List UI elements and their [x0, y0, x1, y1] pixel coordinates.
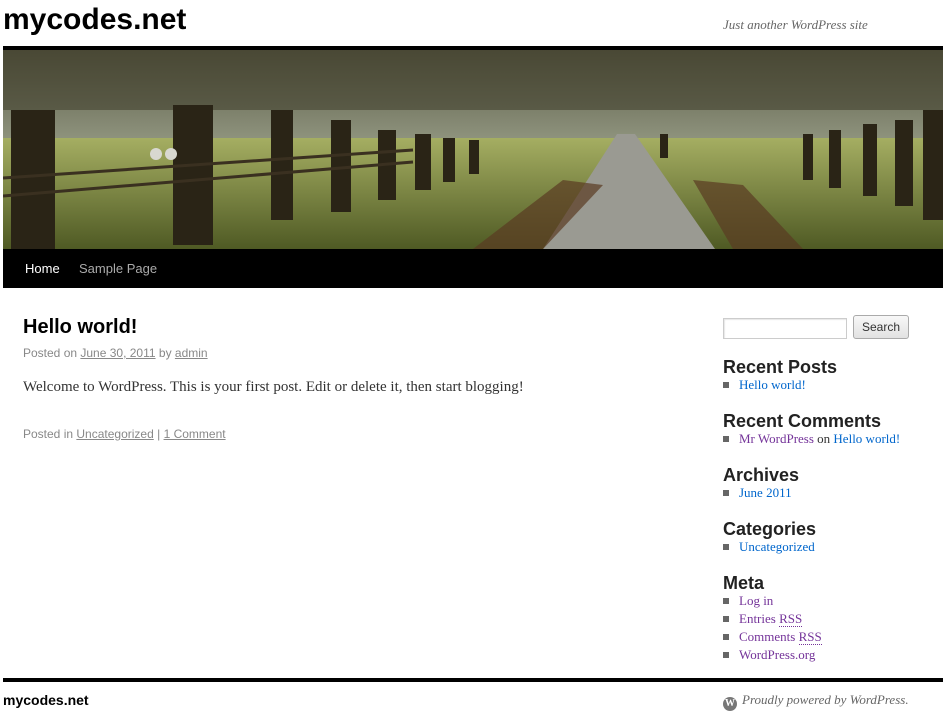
site-title[interactable]: mycodes.net [3, 2, 186, 38]
wordpress-logo-icon: W [723, 697, 737, 711]
rss-abbr: RSS [798, 629, 822, 645]
meta-heading: Meta [723, 573, 765, 593]
bullet-icon [723, 652, 729, 658]
bullet-icon [723, 616, 729, 622]
list-item: Entries RSS [723, 610, 822, 628]
bullet-icon [723, 490, 729, 496]
list-item: Comments RSS [723, 628, 822, 646]
footer-credit-text: Proudly powered by WordPress. [742, 692, 909, 707]
footer-site-title[interactable]: mycodes.net [3, 692, 89, 708]
post-meta: Posted on June 30, 2011 by admin [23, 346, 208, 360]
bullet-icon [723, 598, 729, 604]
search-input[interactable] [723, 318, 847, 339]
bullet-icon [723, 382, 729, 388]
post-author-link[interactable]: admin [175, 346, 208, 360]
header-banner-image [3, 50, 943, 249]
list-item: Mr WordPress on Hello world! [723, 430, 900, 448]
posted-on-label: Posted on [23, 346, 81, 360]
bullet-icon [723, 436, 729, 442]
recent-comments-list: Mr WordPress on Hello world! [723, 430, 900, 448]
post-footer-meta: Posted in Uncategorized | 1 Comment [23, 427, 226, 441]
search-button[interactable]: Search [853, 315, 909, 339]
category-link-uncategorized[interactable]: Uncategorized [739, 539, 815, 554]
post-comments-link[interactable]: 1 Comment [164, 427, 226, 441]
comments-label: Comments [739, 629, 799, 644]
categories-heading: Categories [723, 519, 817, 539]
comment-author-link[interactable]: Mr WordPress [739, 431, 814, 446]
wordpress-org-link[interactable]: WordPress.org [739, 647, 815, 662]
meta-list: Log in Entries RSS Comments RSS WordPres… [723, 592, 822, 664]
post-title[interactable]: Hello world! [23, 314, 137, 340]
footer-credit-link[interactable]: W Proudly powered by WordPress. [723, 692, 909, 711]
posted-in-label: Posted in [23, 427, 77, 441]
meta-separator: | [153, 427, 164, 441]
by-label: by [155, 346, 175, 360]
post-category-link[interactable]: Uncategorized [76, 427, 153, 441]
recent-posts-heading: Recent Posts [723, 357, 838, 377]
archive-link-june-2011[interactable]: June 2011 [739, 485, 792, 500]
site-description: Just another WordPress site [723, 17, 868, 32]
archives-heading: Archives [723, 465, 800, 485]
bullet-icon [723, 544, 729, 550]
list-item: Log in [723, 592, 822, 610]
comment-on-label: on [813, 431, 834, 446]
entries-label: Entries [739, 611, 780, 626]
rss-abbr: RSS [779, 611, 803, 627]
nav-item-sample-page[interactable]: Sample Page [79, 249, 157, 288]
comment-post-link[interactable]: Hello world! [833, 431, 900, 446]
list-item: WordPress.org [723, 646, 822, 664]
list-item: June 2011 [723, 484, 792, 502]
footer-divider [3, 678, 943, 682]
bullet-icon [723, 634, 729, 640]
categories-list: Uncategorized [723, 538, 815, 556]
nav-item-home[interactable]: Home [25, 249, 60, 288]
post-content: Welcome to WordPress. This is your first… [23, 379, 524, 395]
list-item: Hello world! [723, 376, 806, 394]
post-date-link[interactable]: June 30, 2011 [80, 346, 155, 360]
recent-posts-list: Hello world! [723, 376, 806, 394]
recent-post-link[interactable]: Hello world! [739, 377, 806, 392]
main-navigation: Home Sample Page [3, 249, 943, 288]
entries-rss-link[interactable]: Entries RSS [739, 611, 803, 627]
log-in-link[interactable]: Log in [739, 593, 773, 608]
archives-list: June 2011 [723, 484, 792, 502]
list-item: Uncategorized [723, 538, 815, 556]
comments-rss-link[interactable]: Comments RSS [739, 629, 822, 645]
recent-comments-heading: Recent Comments [723, 411, 882, 431]
